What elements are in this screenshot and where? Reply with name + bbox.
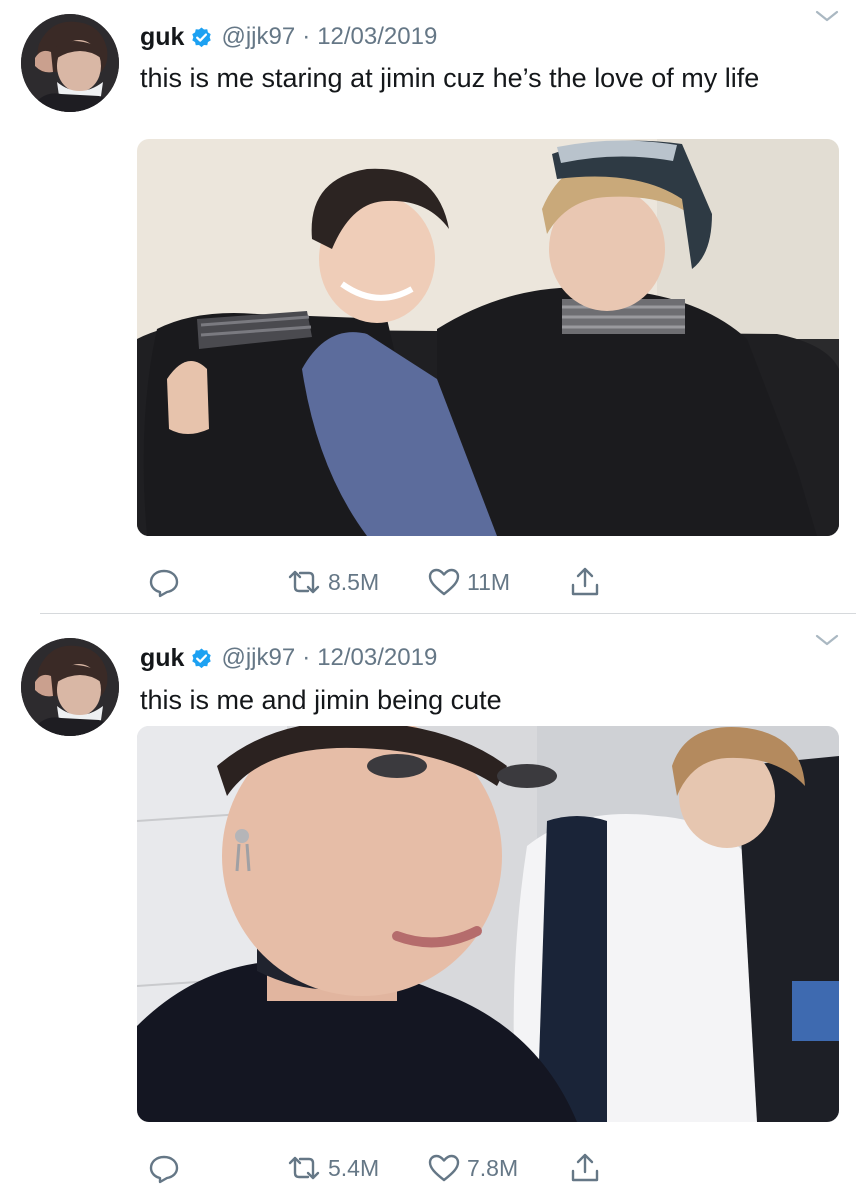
author-name[interactable]: guk [140,23,184,52]
like-button[interactable]: 7.8M [427,1148,518,1188]
retweet-button[interactable]: 8.5M [286,562,379,602]
chevron-down-icon[interactable] [814,632,840,648]
like-icon [427,1151,461,1185]
retweet-icon [286,565,322,599]
verified-badge-icon [190,26,213,49]
retweet-button[interactable]: 5.4M [286,1148,379,1188]
tweet-header: guk @jjk97 · 12/03/2019 [140,641,437,675]
tweet-actions: 8.5M 11M [0,562,856,602]
tweet-text: this is me and jimin being cute [140,685,502,715]
avatar[interactable] [21,638,119,736]
retweet-icon [286,1151,322,1185]
retweet-count: 5.4M [328,1154,380,1181]
share-icon [568,1151,602,1185]
reply-icon [147,565,181,599]
separator-dot: · [302,644,311,671]
retweet-count: 8.5M [328,568,380,595]
share-button[interactable] [568,1148,602,1188]
share-button[interactable] [568,562,602,602]
like-count: 7.8M [467,1154,519,1181]
separator-dot: · [302,23,311,50]
tweet[interactable]: guk @jjk97 · 12/03/2019 this is me and j… [0,616,856,1200]
tweet-photo[interactable] [137,139,839,536]
tweet-photo[interactable] [137,726,839,1122]
like-count: 11M [467,568,511,595]
tweet-divider [40,613,856,614]
tweet-actions: 5.4M 7.8M [0,1148,856,1188]
author-handle[interactable]: @jjk97 [221,23,295,51]
reply-button[interactable] [147,562,181,602]
reply-icon [147,1151,181,1185]
verified-badge-icon [190,647,213,670]
tweet-text: this is me staring at jimin cuz he’s the… [140,63,760,93]
author-name[interactable]: guk [140,644,184,673]
share-icon [568,565,602,599]
tweet[interactable]: guk @jjk97 · 12/03/2019 this is me stari… [0,0,856,614]
tweet-date[interactable]: 12/03/2019 [317,644,437,672]
avatar[interactable] [21,14,119,112]
like-icon [427,565,461,599]
author-handle[interactable]: @jjk97 [221,644,295,672]
reply-button[interactable] [147,1148,181,1188]
tweet-header: guk @jjk97 · 12/03/2019 [140,20,437,54]
like-button[interactable]: 11M [427,562,510,602]
chevron-down-icon[interactable] [814,8,840,24]
tweet-date[interactable]: 12/03/2019 [317,23,437,51]
